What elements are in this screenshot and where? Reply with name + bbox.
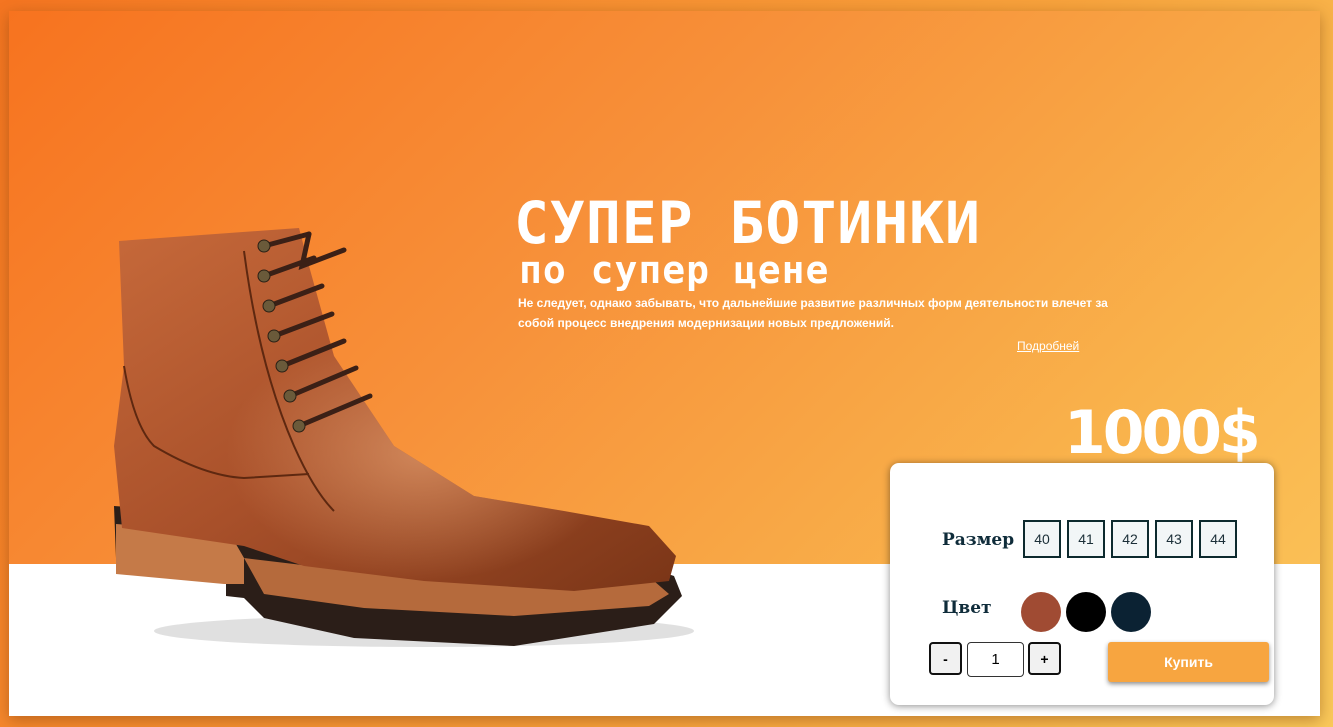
size-option-42[interactable]: 42 xyxy=(1111,520,1149,558)
hero-description: Не следует, однако забывать, что дальней… xyxy=(518,296,1108,330)
quantity-input[interactable] xyxy=(967,642,1024,677)
size-option-40[interactable]: 40 xyxy=(1023,520,1061,558)
more-link[interactable]: Подробней xyxy=(1017,339,1079,353)
color-swatch-navy[interactable] xyxy=(1111,592,1151,632)
size-option-43[interactable]: 43 xyxy=(1155,520,1193,558)
quantity-increase-button[interactable]: + xyxy=(1028,642,1061,675)
size-option-41[interactable]: 41 xyxy=(1067,520,1105,558)
hero-headline: СУПЕР БОТИНКИ xyxy=(514,189,981,257)
purchase-panel: Размер 40 41 42 43 44 Цвет - + Купить xyxy=(890,463,1274,705)
hero-card: СУПЕР БОТИНКИ по супер цене Не следует, … xyxy=(9,11,1320,716)
color-swatch-brown[interactable] xyxy=(1021,592,1061,632)
buy-button[interactable]: Купить xyxy=(1108,642,1269,682)
quantity-decrease-button[interactable]: - xyxy=(929,642,962,675)
color-swatch-black[interactable] xyxy=(1066,592,1106,632)
price-label: 1000$ xyxy=(1064,398,1261,468)
size-option-44[interactable]: 44 xyxy=(1199,520,1237,558)
color-label: Цвет xyxy=(942,598,992,618)
hero-subline: по супер цене xyxy=(519,248,830,292)
size-label: Размер xyxy=(942,530,1015,550)
